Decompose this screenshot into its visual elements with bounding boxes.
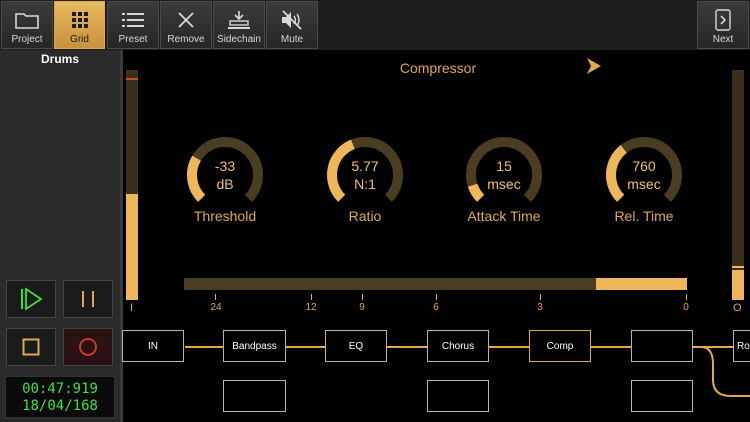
release-time-unit: msec [627,176,661,192]
ratio-label: Ratio [348,208,382,224]
preset-button[interactable]: Preset [107,1,159,49]
output-meter-fill [732,270,744,300]
gr-tick-12 [311,294,312,300]
gr-label-24: 24 [210,302,222,313]
input-meter-fill [126,194,138,300]
gr-label-9: 9 [359,302,365,313]
chain-slot-empty-3[interactable] [631,380,693,412]
speaker-mute-icon [282,10,302,30]
mute-label: Mute [280,34,304,45]
chain-node-chorus[interactable]: Chorus [427,330,489,362]
release-time-value: 760 [632,158,656,174]
grid-label: Grid [70,34,89,45]
stop-button[interactable] [6,328,56,366]
threshold-unit: dB [216,176,234,192]
chain-node-bandpass[interactable]: Bandpass [223,330,286,362]
ratio-dial [327,137,403,202]
time-readout: 00:47:919 [22,381,98,397]
remove-button[interactable]: Remove [160,1,212,49]
chain-slot-empty-2[interactable] [427,380,489,412]
chain-node-empty[interactable] [631,330,693,362]
gr-tick-6 [436,294,437,300]
sidechain-icon [228,11,250,29]
input-peak-marker [126,78,138,80]
ratio-knob[interactable]: 5.77 N:1 [325,135,405,215]
gr-label-3: 3 [537,302,543,313]
toolbar: Project Grid Preset Remove Sidechain Mut… [0,0,750,50]
record-button[interactable] [63,328,113,366]
next-button[interactable]: Next [697,1,749,49]
close-icon [178,12,194,28]
pause-button[interactable] [63,280,113,318]
release-time-dial [606,137,682,202]
track-panel: Drums 00:47:919 18/04/168 [0,50,120,422]
effect-editor: Compressor I O -33 dB Threshold 5.77 N:1… [122,50,750,422]
bars-readout: 18/04/168 [22,398,98,414]
input-meter-label: I [130,302,134,314]
project-label: Project [11,34,43,45]
chain-node-in[interactable]: IN [122,330,184,362]
sidechain-label: Sidechain [217,34,261,45]
threshold-dial [187,137,263,202]
gr-tick-24 [215,294,216,300]
stop-icon [22,338,40,356]
attack-time-knob[interactable]: 15 msec [464,135,544,215]
pause-icon [82,291,94,307]
play-icon [21,287,43,311]
folder-icon [15,13,39,29]
threshold-value: -33 [214,158,236,174]
next-page-icon [715,9,731,31]
attack-time-dial [466,137,542,202]
attack-time-value: 15 [496,158,512,174]
threshold-label: Threshold [193,208,257,224]
play-button[interactable] [6,280,56,318]
sidechain-button[interactable]: Sidechain [213,1,265,49]
chain-node-comp[interactable]: Comp [529,330,591,362]
record-icon [79,338,97,356]
gr-label-6: 6 [433,302,439,313]
chain-node-partial[interactable]: Ro [733,330,750,362]
preset-label: Preset [118,34,148,45]
next-label: Next [712,34,734,45]
ratio-value: 5.77 [351,158,379,174]
threshold-knob[interactable]: -33 dB [185,135,265,215]
grid-button[interactable]: Grid [54,1,105,49]
project-button[interactable]: Project [1,1,53,49]
effect-name: Compressor [399,60,477,76]
output-meter [732,70,744,300]
next-effect-icon[interactable] [585,56,603,76]
gr-label-12: 12 [305,302,317,313]
output-peak-marker [732,266,744,268]
gr-tick-9 [362,294,363,300]
ratio-unit: N:1 [354,176,376,192]
gain-reduction-fill [596,278,687,290]
chain-node-eq[interactable]: EQ [325,330,387,362]
gr-tick-3 [540,294,541,300]
time-display: 00:47:919 18/04/168 [5,376,115,418]
gain-reduction-meter [184,278,687,290]
grid-icon [71,12,88,28]
chain-slot-empty-1[interactable] [223,380,286,412]
output-meter-label: O [733,302,742,314]
attack-time-label: Attack Time [467,208,541,224]
release-time-label: Rel. Time [614,208,674,224]
remove-label: Remove [167,34,205,45]
release-time-knob[interactable]: 760 msec [604,135,684,215]
input-meter [126,70,138,300]
track-name: Drums [40,52,79,66]
gr-tick-0 [686,294,687,300]
attack-time-unit: msec [487,176,521,192]
list-icon [122,13,144,27]
gr-label-0: 0 [683,302,689,313]
mute-button[interactable]: Mute [266,1,318,49]
